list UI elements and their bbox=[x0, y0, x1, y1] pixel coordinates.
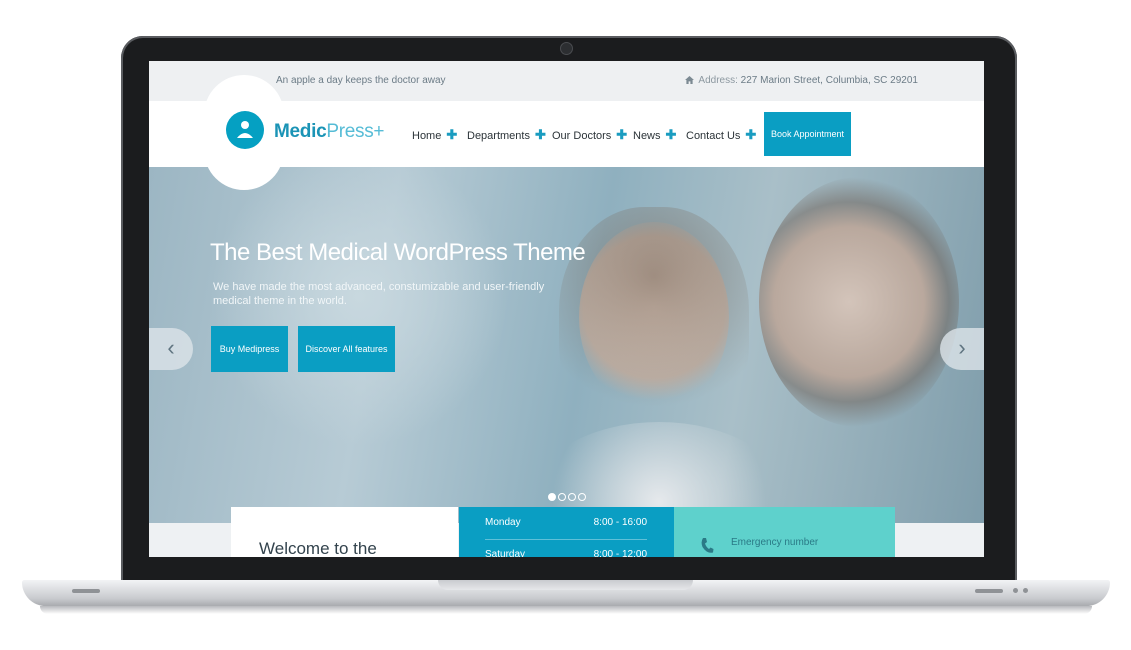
buy-medipress-button[interactable]: Buy Medipress bbox=[211, 326, 288, 372]
nav-item-home[interactable]: Home ✚ bbox=[412, 127, 457, 143]
nav-item-news[interactable]: News ✚ bbox=[633, 127, 676, 143]
hours-row-saturday: Saturday 8:00 - 12:00 bbox=[485, 549, 647, 557]
laptop-base-shadow bbox=[40, 606, 1092, 614]
slider-dot[interactable] bbox=[548, 493, 556, 501]
slider-dots bbox=[548, 488, 588, 506]
slider-dot[interactable] bbox=[578, 493, 586, 501]
logo-doctor-icon[interactable] bbox=[226, 111, 264, 149]
logo-text[interactable]: MedicPress+ bbox=[274, 121, 385, 143]
hero-slider: The Best Medical WordPress Theme We have… bbox=[149, 167, 984, 523]
home-icon bbox=[685, 76, 695, 84]
laptop-led bbox=[1013, 588, 1018, 593]
hours-day: Monday bbox=[485, 517, 521, 528]
nav-item-departments[interactable]: Departments ✚ bbox=[467, 127, 546, 143]
nav-item-our-doctors[interactable]: Our Doctors ✚ bbox=[552, 127, 627, 143]
website-screen: An apple a day keeps the doctor away Add… bbox=[149, 61, 984, 557]
photo-mother-face bbox=[759, 177, 959, 427]
slider-dot[interactable] bbox=[568, 493, 576, 501]
hours-day: Saturday bbox=[485, 549, 526, 557]
hours-time: 8:00 - 16:00 bbox=[593, 517, 647, 528]
laptop-vent-right bbox=[975, 589, 1003, 593]
photo-child-hair bbox=[559, 207, 749, 437]
slider-prev-arrow-icon[interactable]: ‹ bbox=[149, 328, 193, 370]
plus-icon: ✚ bbox=[446, 127, 458, 142]
laptop-led bbox=[1023, 588, 1028, 593]
webcam-icon bbox=[560, 42, 573, 55]
tagline: An apple a day keeps the doctor away bbox=[276, 75, 446, 86]
book-appointment-button[interactable]: Book Appointment bbox=[764, 112, 851, 156]
hours-row-monday: Monday 8:00 - 16:00 bbox=[485, 517, 647, 528]
slider-dot[interactable] bbox=[558, 493, 566, 501]
doctor-icon bbox=[237, 121, 253, 138]
laptop-notch bbox=[438, 580, 693, 590]
logo-accent: Press+ bbox=[326, 121, 385, 142]
opening-hours-box: Monday 8:00 - 16:00 Saturday 8:00 - 12:00 bbox=[459, 507, 674, 557]
nav-label: Our Doctors bbox=[552, 130, 612, 142]
address-label: Address: bbox=[698, 75, 738, 86]
nav-label: Home bbox=[412, 130, 442, 142]
laptop-vent-left bbox=[72, 589, 100, 593]
address: Address: 227 Marion Street, Columbia, SC… bbox=[685, 75, 918, 86]
phone-icon bbox=[701, 538, 714, 553]
nav-label: Departments bbox=[467, 130, 530, 142]
hero-subtitle: We have made the most advanced, constumi… bbox=[213, 281, 545, 307]
logo-main: Medic bbox=[274, 121, 327, 142]
nav-item-contact-us[interactable]: Contact Us ✚ bbox=[686, 127, 756, 143]
plus-icon: ✚ bbox=[745, 127, 757, 142]
welcome-title: Welcome to the bbox=[259, 539, 377, 557]
plus-icon: ✚ bbox=[534, 127, 546, 142]
discover-features-button[interactable]: Discover All features bbox=[298, 326, 395, 372]
address-value: 227 Marion Street, Columbia, SC 29201 bbox=[740, 75, 918, 86]
hours-divider bbox=[485, 539, 647, 540]
hours-time: 8:00 - 12:00 bbox=[593, 549, 647, 557]
welcome-box: Welcome to the bbox=[231, 507, 458, 557]
plus-icon: ✚ bbox=[616, 127, 628, 142]
plus-icon: ✚ bbox=[665, 127, 677, 142]
emergency-box: Emergency number bbox=[674, 507, 895, 557]
hero-title: The Best Medical WordPress Theme bbox=[210, 239, 586, 266]
nav-label: Contact Us bbox=[686, 130, 741, 142]
emergency-label: Emergency number bbox=[731, 537, 819, 548]
nav-label: News bbox=[633, 130, 661, 142]
slider-next-arrow-icon[interactable]: › bbox=[940, 328, 984, 370]
